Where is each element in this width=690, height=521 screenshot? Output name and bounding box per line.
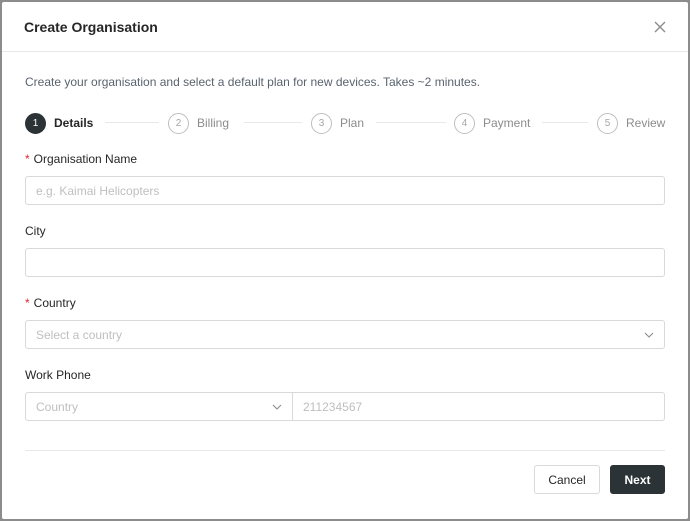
- modal-header: Create Organisation: [2, 2, 688, 52]
- chevron-down-icon: [272, 404, 282, 410]
- organisation-name-label-text: Organisation Name: [33, 152, 138, 166]
- phone-number-input[interactable]: [293, 392, 665, 421]
- step-connector: [376, 122, 446, 123]
- field-organisation-name: * Organisation Name: [25, 151, 665, 205]
- step-label: Details: [54, 116, 94, 130]
- cancel-button[interactable]: Cancel: [534, 465, 600, 494]
- field-work-phone: Work Phone Country: [25, 367, 665, 421]
- field-country: * Country Select a country: [25, 295, 665, 349]
- stepper: 1 Details 2 Billing 3 Plan 4 Payment 5 R: [25, 112, 665, 134]
- step-details[interactable]: 1 Details: [25, 112, 93, 134]
- country-label: * Country: [25, 295, 665, 311]
- footer-divider: [25, 450, 665, 451]
- step-plan[interactable]: 3 Plan: [311, 112, 364, 134]
- step-number: 5: [597, 112, 618, 134]
- step-connector: [105, 122, 159, 123]
- step-payment[interactable]: 4 Payment: [454, 112, 530, 134]
- step-billing[interactable]: 2 Billing: [168, 112, 229, 134]
- step-number: 1: [25, 112, 46, 134]
- work-phone-group: Country: [25, 392, 665, 421]
- step-number: 4: [454, 112, 475, 134]
- modal-title: Create Organisation: [24, 18, 158, 35]
- organisation-name-label: * Organisation Name: [25, 151, 665, 167]
- modal-description: Create your organisation and select a de…: [25, 75, 481, 89]
- step-connector: [244, 122, 302, 123]
- step-label: Review: [626, 116, 666, 130]
- required-mark: *: [25, 152, 30, 166]
- step-label: Plan: [340, 116, 365, 130]
- work-phone-label: Work Phone: [25, 368, 91, 382]
- step-review[interactable]: 5 Review: [597, 112, 665, 134]
- create-organisation-modal: Create Organisation Create your organisa…: [2, 2, 688, 519]
- field-city: City: [25, 223, 665, 277]
- phone-country-select[interactable]: Country: [25, 392, 293, 421]
- step-number: 3: [311, 112, 332, 134]
- modal-body: Create your organisation and select a de…: [2, 52, 688, 494]
- organisation-name-input[interactable]: [25, 176, 665, 205]
- city-label: City: [25, 224, 46, 238]
- next-button[interactable]: Next: [610, 465, 665, 494]
- required-mark: *: [25, 296, 30, 310]
- country-select[interactable]: Select a country: [25, 320, 665, 349]
- step-connector: [542, 122, 588, 123]
- step-number: 2: [168, 112, 189, 134]
- step-label: Payment: [483, 116, 531, 130]
- modal-footer: Cancel Next: [25, 465, 665, 494]
- city-input[interactable]: [25, 248, 665, 277]
- country-label-text: Country: [33, 296, 76, 310]
- step-label: Billing: [197, 116, 230, 130]
- chevron-down-icon: [644, 332, 654, 338]
- phone-country-placeholder: Country: [36, 399, 79, 414]
- country-select-placeholder: Select a country: [36, 327, 123, 342]
- close-icon[interactable]: [652, 19, 668, 35]
